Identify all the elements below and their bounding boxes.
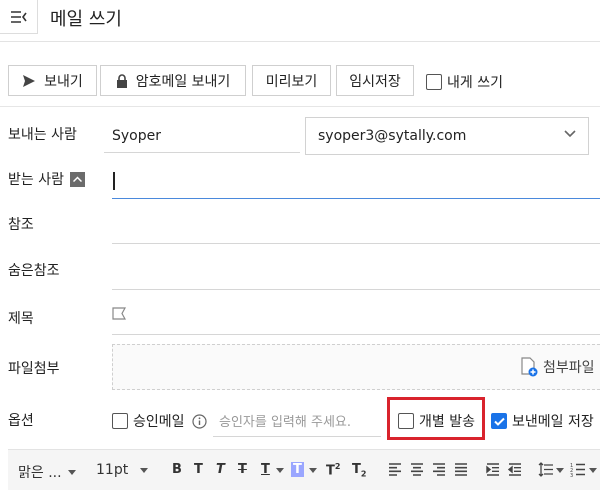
font-family-select[interactable]: 맑은 ...	[18, 462, 76, 482]
editor-toolbar: 맑은 ... 11pt B T T T T T T2 T2 123	[8, 449, 600, 490]
menu-collapse-icon	[10, 10, 27, 23]
individual-send-option[interactable]: 개별 발송	[398, 411, 475, 431]
line-height-icon[interactable]	[538, 462, 554, 477]
cc-input[interactable]	[112, 243, 600, 244]
subject-label: 제목	[8, 311, 34, 327]
individual-send-label: 개별 발송	[419, 414, 475, 430]
font-color-icon[interactable]: T	[261, 462, 270, 477]
recipient-label-group: 받는 사람	[8, 169, 85, 189]
write-to-self-label: 내게 쓰기	[447, 75, 503, 91]
toolbar-divider	[0, 106, 600, 107]
sender-email-select[interactable]: syoper3@sytally.com	[305, 117, 589, 155]
recipient-input[interactable]	[112, 198, 600, 199]
secure-send-button[interactable]: 암호메일 보내기	[100, 65, 246, 96]
svg-text:3: 3	[570, 473, 573, 477]
attach-file-button[interactable]: 첨부파일	[519, 357, 595, 377]
page-title: 메일 쓰기	[50, 9, 122, 30]
sender-name-field[interactable]: Syoper	[104, 119, 300, 153]
preview-button[interactable]: 미리보기	[252, 65, 331, 96]
underline-t-icon[interactable]: T	[194, 462, 203, 477]
send-icon	[23, 74, 36, 87]
title-bar: 메일 쓰기	[0, 0, 600, 42]
indent-icon[interactable]	[486, 463, 500, 476]
subscript-icon[interactable]: T2	[352, 462, 366, 479]
info-icon[interactable]	[191, 413, 207, 429]
caret-down-icon[interactable]	[589, 468, 597, 473]
cc-label: 참조	[8, 217, 34, 233]
individual-send-checkbox[interactable]	[398, 413, 414, 429]
compose-toolbar: 보내기 암호메일 보내기 미리보기 임시저장 내게 쓰기	[0, 58, 600, 100]
font-family-value: 맑은 ...	[18, 465, 62, 481]
numbered-list-icon[interactable]: 123	[570, 462, 586, 477]
send-label: 보내기	[44, 73, 83, 90]
save-sent-option[interactable]: 보낸메일 저장	[491, 411, 594, 431]
bcc-label: 숨은참조	[8, 263, 60, 279]
write-to-self-checkbox[interactable]	[426, 74, 442, 90]
options-label: 옵션	[8, 413, 34, 429]
approval-mail-label: 승인메일	[133, 414, 185, 430]
caret-down-icon[interactable]	[556, 468, 564, 473]
bcc-input[interactable]	[112, 289, 600, 290]
bold-icon[interactable]: B	[172, 462, 182, 477]
sender-name-value: Syoper	[112, 127, 161, 144]
outdent-icon[interactable]	[508, 463, 522, 476]
subject-input[interactable]	[112, 334, 600, 335]
caret-down-icon[interactable]	[309, 468, 317, 473]
flag-icon[interactable]	[112, 307, 126, 320]
lock-icon	[116, 73, 127, 88]
caret-down-icon	[67, 469, 76, 475]
approval-mail-checkbox[interactable]	[112, 413, 128, 429]
preview-label: 미리보기	[265, 73, 318, 90]
save-draft-button[interactable]: 임시저장	[336, 65, 414, 96]
align-right-icon[interactable]	[432, 463, 446, 476]
save-sent-label: 보낸메일 저장	[512, 414, 594, 430]
attachment-dropzone[interactable]: 첨부파일	[112, 344, 600, 390]
write-to-self-option[interactable]: 내게 쓰기	[426, 72, 503, 92]
sender-email-value: syoper3@sytally.com	[318, 128, 467, 144]
attach-action-label: 첨부파일	[543, 360, 595, 376]
chevron-down-icon	[564, 130, 576, 138]
recipient-input-caret	[113, 172, 115, 190]
add-file-icon	[521, 357, 538, 377]
secure-send-label: 암호메일 보내기	[135, 73, 231, 90]
attach-label: 파일첨부	[8, 361, 60, 377]
sender-label: 보내는 사람	[8, 127, 77, 143]
align-justify-icon[interactable]	[454, 463, 468, 476]
check-icon	[493, 417, 505, 426]
approval-mail-option[interactable]: 승인메일	[112, 411, 207, 431]
font-size-select[interactable]: 11pt	[96, 462, 149, 478]
caret-down-icon	[140, 467, 149, 473]
menu-toggle-button[interactable]	[0, 0, 38, 34]
approver-input[interactable]: 승인자를 입력해 주세요.	[213, 405, 381, 437]
caret-down-icon[interactable]	[276, 468, 284, 473]
italic-icon[interactable]: T	[216, 462, 225, 477]
save-sent-checkbox[interactable]	[491, 413, 507, 429]
font-size-value: 11pt	[96, 462, 129, 478]
align-center-icon[interactable]	[410, 463, 424, 476]
align-left-icon[interactable]	[388, 463, 402, 476]
recipient-label: 받는 사람	[8, 172, 64, 188]
highlight-color-icon[interactable]: T	[291, 462, 304, 477]
superscript-icon[interactable]: T2	[326, 462, 340, 478]
send-button[interactable]: 보내기	[8, 65, 97, 96]
save-draft-label: 임시저장	[349, 73, 401, 90]
collapse-recipients-icon[interactable]	[69, 171, 85, 187]
strikethrough-icon[interactable]: T	[238, 462, 247, 477]
